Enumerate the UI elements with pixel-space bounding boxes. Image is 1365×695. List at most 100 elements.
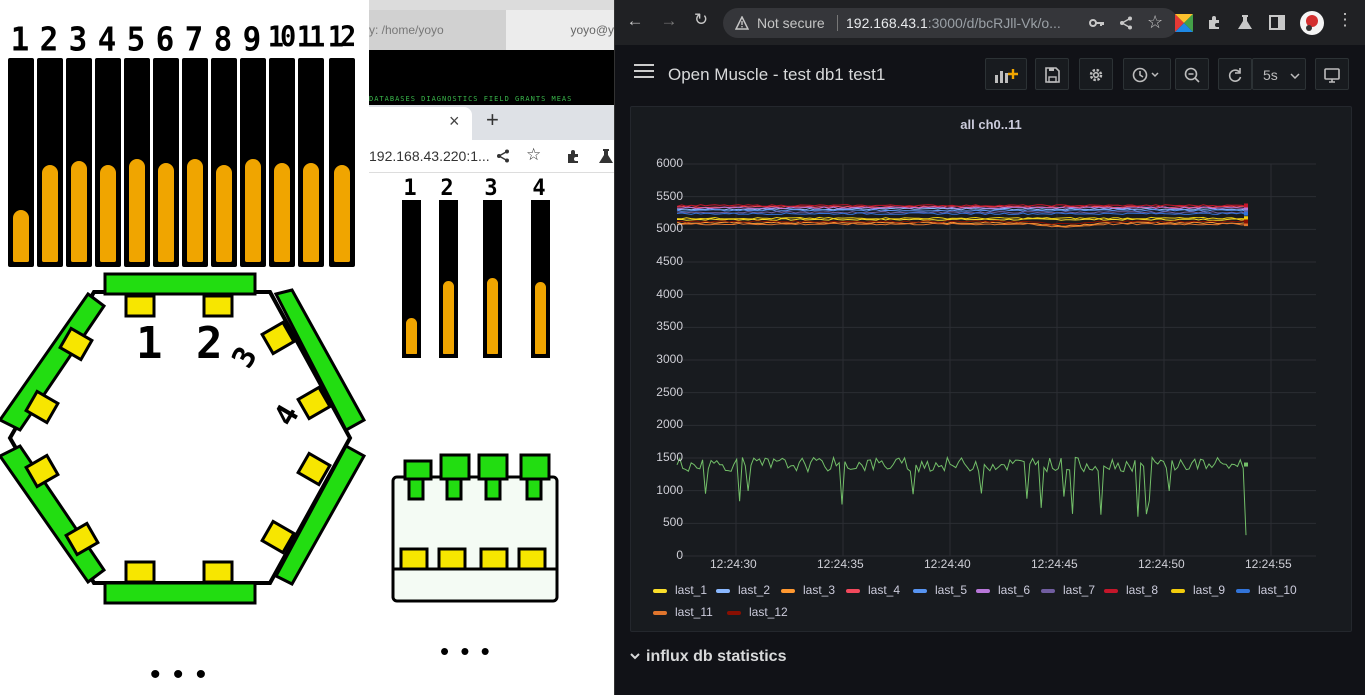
refresh-button[interactable] [1218,58,1252,90]
legend-item-last_11[interactable]: last_11 [653,605,713,619]
channel-number-4: 4 [97,21,117,59]
flask-icon[interactable] [598,148,614,164]
share-page-icon[interactable] [1119,16,1133,30]
monitor-icon [1324,68,1340,83]
channel-bar-fill [334,164,350,262]
url-separator [837,15,838,31]
forward-arrow-icon[interactable]: → [657,11,681,31]
channel-number-6: 6 [155,21,175,59]
mid-channel-number-1: 1 [403,176,417,201]
middle-url[interactable]: 192.168.43.220:1... [369,148,490,164]
sensor-a [399,547,429,571]
series-endpoint [1244,219,1248,224]
warning-icon[interactable] [735,16,749,30]
channel-bar-8 [211,58,237,267]
graph-panel[interactable]: all ch0..11 6000 5500 5000 4500 4000 3500 3000… [630,106,1352,632]
view-mode-button[interactable] [1315,58,1349,90]
collapsed-row-influx-stats[interactable]: influx db statistics [630,648,786,666]
legend-item-last_9[interactable]: last_9 [1171,583,1225,597]
url-text[interactable]: 192.168.43.1:3000/d/bcRJll-Vk/o... [846,15,1061,31]
clock-icon [1132,67,1159,83]
url-host: 192.168.43.1 [846,15,928,31]
pad-tab-4 [525,477,543,501]
legend-item-last_12[interactable]: last_12 [727,605,788,619]
refresh-icon [1228,68,1242,82]
legend-label: last_9 [1193,583,1226,597]
mid-channel-bar-fill [406,318,417,354]
refresh-interval-picker[interactable]: 5s [1252,58,1306,90]
save-dashboard-button[interactable] [1035,58,1069,90]
legend-swatch [716,588,730,593]
legend-item-last_10[interactable]: last_10 [1236,583,1297,597]
channel-number-9: 9 [242,21,262,59]
left-visualizer-window: 1 2 3 4 5 6 7 8 9 10 11 12 1 2 3 4 • • • [0,0,369,695]
legend-item-last_4[interactable]: last_4 [846,583,900,597]
pad-3 [477,453,509,481]
channel-number-8: 8 [213,21,233,59]
legend-item-last_3[interactable]: last_3 [781,583,835,597]
share-icon[interactable] [496,149,510,163]
pad-4 [519,453,551,481]
legend-label: last_5 [935,583,968,597]
bookmark-star-icon[interactable]: ☆ [526,145,541,165]
hex-pad-bottom [103,581,257,605]
series-line-last_10[interactable] [676,212,1247,216]
x-tick-label: 12:24:55 [1245,557,1292,571]
middle-browser-tab[interactable]: × [369,107,472,140]
time-picker-button[interactable] [1123,58,1171,90]
lab-flask-icon[interactable] [1237,14,1253,30]
bookmark-icon[interactable]: ☆ [1147,12,1163,33]
chrome-toolbar: ← → ↻ Not secure 192.168.43.1:3000/d/bcR… [615,0,1365,45]
hexagon-sensor-diagram [0,272,367,605]
y-tick-label: 2500 [656,384,683,399]
legend-item-last_5[interactable]: last_5 [913,583,967,597]
grafana-window: ← → ↻ Not secure 192.168.43.1:3000/d/bcR… [614,0,1365,695]
terminal-tab-left[interactable]: y: /home/yoyo [369,10,506,50]
legend-label: last_12 [749,605,788,619]
side-panel-icon[interactable] [1269,15,1285,30]
new-tab-button[interactable]: + [486,107,499,133]
colorful-extension-icon[interactable] [1175,14,1193,32]
line-chart[interactable] [631,107,1351,631]
y-tick-label: 1500 [656,450,683,464]
hamburger-menu-icon[interactable] [634,64,654,79]
close-tab-icon[interactable]: × [449,111,460,132]
legend-item-last_7[interactable]: last_7 [1041,583,1095,597]
channel-bar-11 [298,58,324,267]
back-arrow-icon[interactable]: ← [623,11,647,31]
legend-item-last_8[interactable]: last_8 [1104,583,1158,597]
series-line-last_8[interactable] [676,204,1247,207]
puzzle-extensions-icon[interactable] [1207,14,1223,30]
legend-label: last_2 [738,583,771,597]
pad-1 [403,459,433,481]
zoom-out-button[interactable] [1175,58,1209,90]
channel-bar-5 [124,58,150,267]
channel-bar-12 [329,58,355,267]
extensions-icon[interactable] [566,148,582,164]
legend-swatch [653,588,667,593]
dashboard-settings-button[interactable] [1079,58,1113,90]
mid-channel-number-2: 2 [440,176,454,201]
legend-item-last_6[interactable]: last_6 [976,583,1030,597]
not-secure-label[interactable]: Not secure [757,15,825,31]
key-icon[interactable] [1089,16,1105,30]
channel-bar-fill [13,210,29,262]
more-dots[interactable]: • • • [150,658,208,692]
chrome-menu-icon[interactable]: ⋮ [1333,10,1357,30]
add-panel-button[interactable] [985,58,1027,90]
y-tick-label: 4500 [656,254,683,268]
terminal-tab-right[interactable]: yoyo@y [506,10,614,52]
legend-swatch [653,610,667,615]
channel-number-7: 7 [184,21,204,59]
y-tick-label: 500 [662,515,683,530]
address-bar[interactable]: Not secure 192.168.43.1:3000/d/bcRJll-Vk… [723,8,1178,38]
profile-avatar[interactable] [1299,10,1325,36]
legend-item-last_1[interactable]: last_1 [653,583,707,597]
legend-item-last_2[interactable]: last_2 [716,583,770,597]
legend-label: last_10 [1258,583,1297,597]
series-line-last_1[interactable] [676,218,1247,221]
mid-more-dots[interactable]: • • • [440,636,492,667]
pad-2 [439,453,471,481]
reload-icon[interactable]: ↻ [689,10,713,30]
dashboard-title[interactable]: Open Muscle - test db1 test1 [668,65,885,85]
